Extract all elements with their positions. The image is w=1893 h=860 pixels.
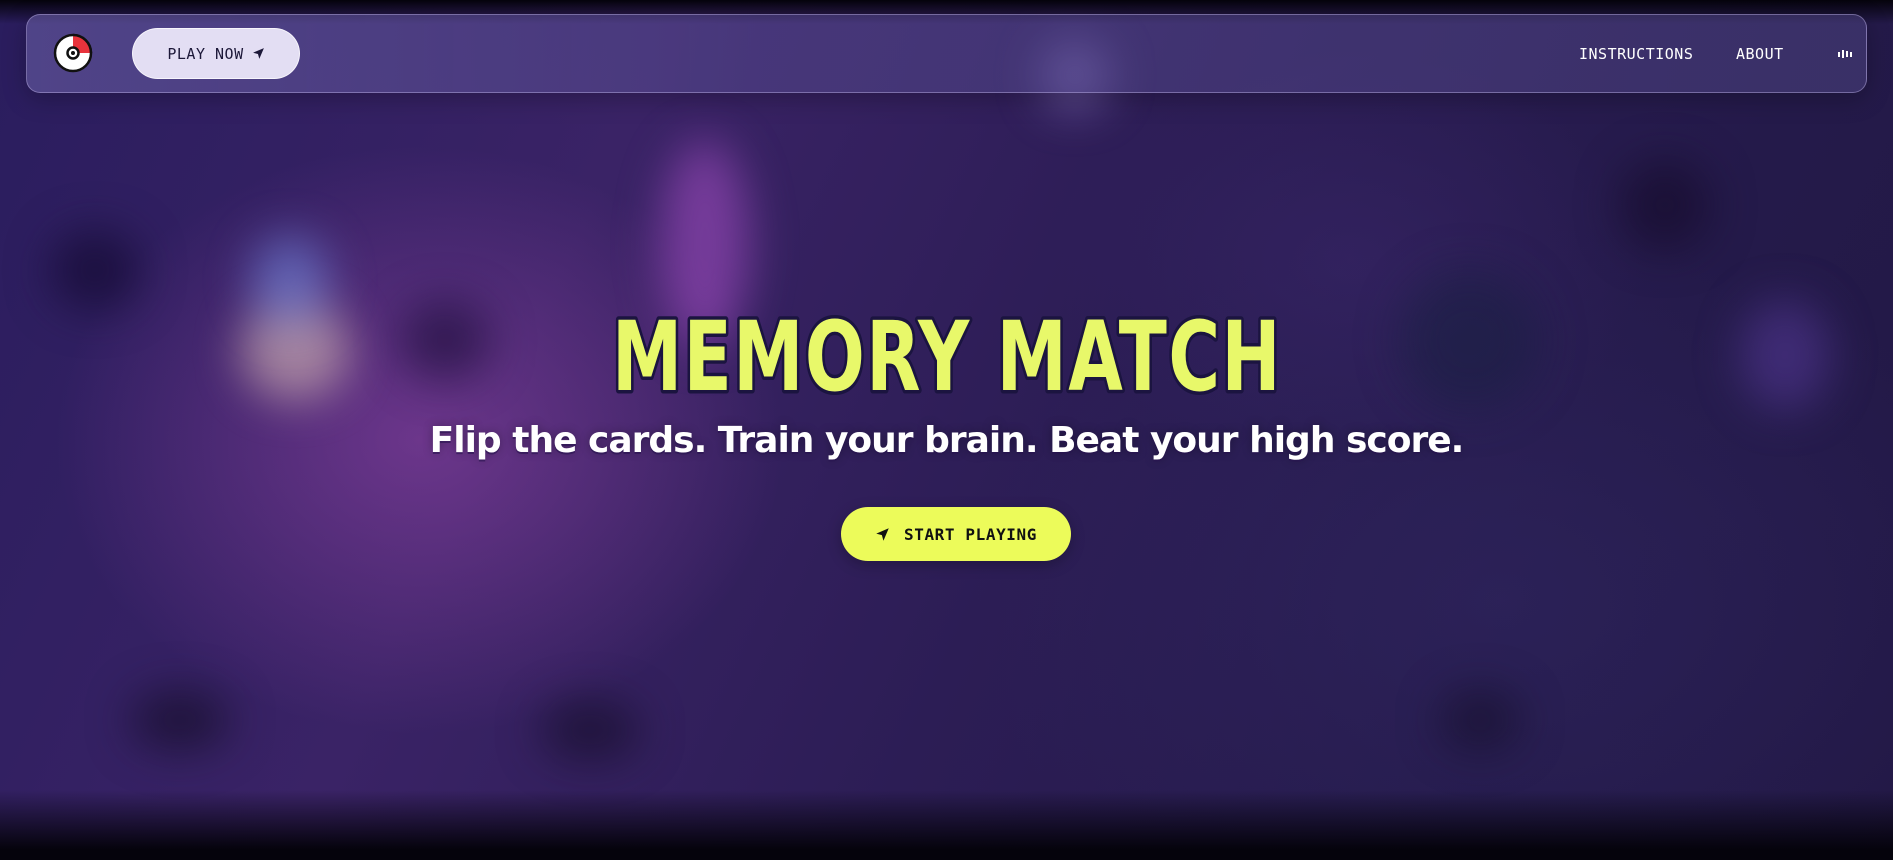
sound-bars-icon[interactable] xyxy=(1835,45,1855,63)
background-blur-shape xyxy=(540,700,640,760)
start-playing-button[interactable]: START PLAYING xyxy=(841,507,1071,561)
hero-subtitle: Flip the cards. Train your brain. Beat y… xyxy=(429,420,1465,461)
pokeball-icon[interactable] xyxy=(53,33,93,73)
background-blur-shape xyxy=(130,690,230,750)
hero-title: MEMORY MATCH xyxy=(0,295,1893,416)
navbar: PLAY NOW INSTRUCTIONS ABOUT xyxy=(26,14,1867,93)
start-playing-label: START PLAYING xyxy=(903,524,1038,544)
background-blur-shape xyxy=(1620,160,1710,250)
page: PLAY NOW INSTRUCTIONS ABOUT MEMORY MATCH… xyxy=(0,0,1893,860)
navigation-arrow-icon xyxy=(876,527,889,541)
navigation-arrow-icon xyxy=(252,48,264,59)
nav-link-about[interactable]: ABOUT xyxy=(1736,45,1784,63)
nav-link-instructions[interactable]: INSTRUCTIONS xyxy=(1579,45,1693,63)
play-now-label: PLAY NOW xyxy=(167,44,244,63)
hero-title-text: MEMORY MATCH xyxy=(612,301,1282,413)
background-blur-shape xyxy=(1440,690,1520,750)
play-now-button[interactable]: PLAY NOW xyxy=(132,28,300,79)
bottom-vignette xyxy=(0,790,1893,860)
